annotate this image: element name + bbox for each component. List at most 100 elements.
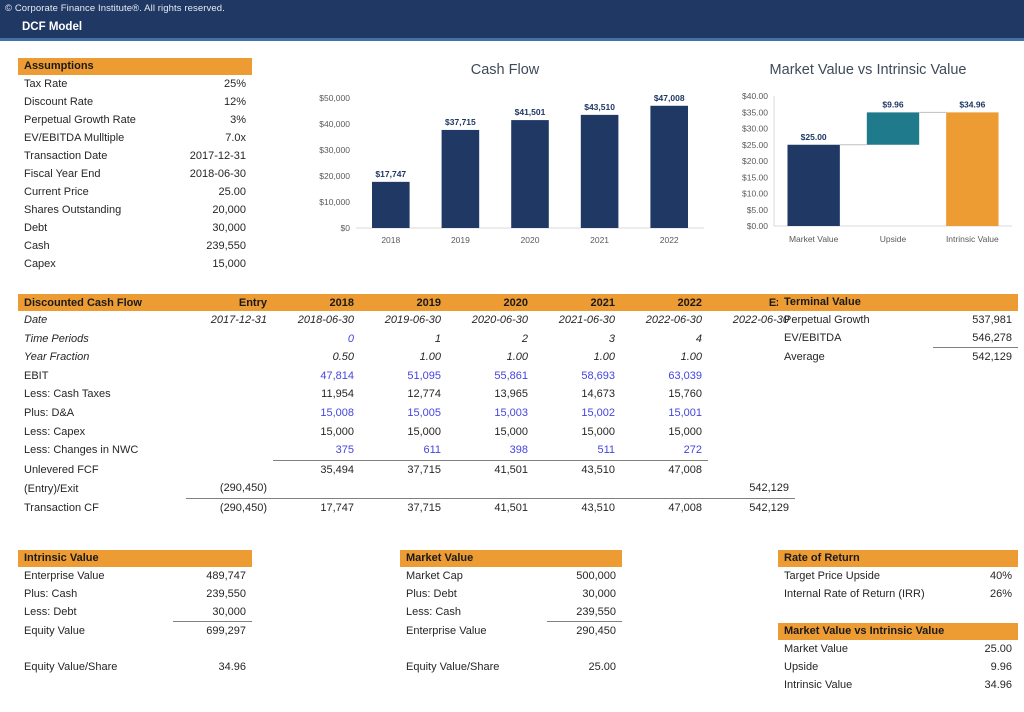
dcf-cell: 1.00 bbox=[419, 351, 441, 364]
assumption-value[interactable]: 15,000 bbox=[167, 255, 252, 273]
market-value-row: Enterprise Value 290,450 bbox=[400, 622, 622, 641]
dcf-cell[interactable]: 15,001 bbox=[621, 404, 708, 423]
dcf-cell: 2020-06-30 bbox=[471, 314, 528, 326]
dcf-row-label: Less: Changes in NWC bbox=[24, 444, 139, 457]
intrinsic-value-row: Enterprise Value 489,747 bbox=[18, 567, 252, 585]
market-vs-intrinsic-summary-panel: Market Value vs Intrinsic Value Market V… bbox=[778, 623, 1018, 694]
dcf-row-label: Time Periods bbox=[24, 332, 89, 345]
market-value-label: Plus: Debt bbox=[406, 588, 457, 600]
dcf-cell[interactable]: 47,814 bbox=[273, 367, 360, 386]
discounted-cash-flow-table: Discounted Cash Flow Entry 2018 2019 2020 202… bbox=[18, 294, 795, 518]
dcf-cell[interactable]: 375 bbox=[273, 441, 360, 461]
assumption-row: Shares Outstanding 20,000 bbox=[18, 201, 252, 219]
market-value-row: Plus: Debt 30,000 bbox=[400, 585, 622, 603]
dcf-cell: 1.00 bbox=[593, 351, 615, 364]
x-axis-category-label: 2019 bbox=[451, 235, 470, 245]
waterfall-bar-label: $25.00 bbox=[801, 132, 827, 142]
dcf-cell bbox=[534, 479, 621, 499]
assumption-value[interactable]: 2017-12-31 bbox=[167, 147, 252, 165]
dcf-cell[interactable]: 15,008 bbox=[273, 404, 360, 423]
dcf-cell bbox=[621, 479, 708, 499]
dcf-row: EBIT 47,814 51,095 55,861 58,693 63,039 bbox=[18, 367, 795, 386]
assumption-value[interactable]: 25.00 bbox=[167, 183, 252, 201]
dcf-column-header: 2022 bbox=[621, 294, 708, 311]
dcf-row-label: EBIT bbox=[24, 369, 49, 382]
dcf-cell[interactable]: 58,693 bbox=[534, 367, 621, 386]
dcf-cell[interactable]: 272 bbox=[621, 441, 708, 461]
dcf-cell[interactable]: 15,003 bbox=[447, 404, 534, 423]
dcf-cell[interactable]: 63,039 bbox=[621, 367, 708, 386]
dcf-cell bbox=[186, 330, 273, 349]
terminal-value-value: 537,981 bbox=[972, 314, 1012, 326]
assumption-value[interactable]: 239,550 bbox=[167, 237, 252, 255]
dcf-cell: 17,747 bbox=[320, 501, 354, 514]
assumption-value[interactable]: 2018-06-30 bbox=[167, 165, 252, 183]
dcf-cell: 542,129 bbox=[708, 479, 795, 499]
dcf-cell: 43,510 bbox=[581, 463, 615, 476]
terminal-value-row: EV/EBITDA 546,278 bbox=[778, 329, 1018, 348]
terminal-value-row: Average 542,129 bbox=[778, 348, 1018, 367]
dcf-cell[interactable]: 0 bbox=[273, 330, 360, 349]
cash-flow-bar bbox=[650, 105, 688, 228]
dcf-cell[interactable]: 55,861 bbox=[447, 367, 534, 386]
intrinsic-value-row: Less: Debt 30,000 bbox=[18, 603, 252, 622]
assumption-row: Perpetual Growth Rate 3% bbox=[18, 111, 252, 129]
assumption-value[interactable]: 25% bbox=[167, 75, 252, 93]
assumption-value[interactable]: 3% bbox=[167, 111, 252, 129]
dcf-cell: 2 bbox=[521, 332, 528, 345]
market-vs-intrinsic-summary-table: Market Value 25.00 Upside 9.96 Intrinsic Val… bbox=[778, 640, 1018, 694]
dcf-cell: 15,000 bbox=[407, 425, 441, 438]
dcf-cell bbox=[708, 367, 795, 386]
dcf-cell bbox=[186, 423, 273, 442]
dcf-column-header: 2019 bbox=[360, 294, 447, 311]
dcf-row: Year Fraction 0.50 1.00 1.00 1.00 1.00 bbox=[18, 348, 795, 367]
assumptions-title: Assumptions bbox=[18, 58, 252, 75]
dcf-cell: 43,510 bbox=[581, 501, 615, 514]
copyright-text: © Corporate Finance Institute®. All righ… bbox=[5, 2, 225, 14]
assumption-label: Tax Rate bbox=[24, 78, 68, 90]
y-axis-tick-label: $10.00 bbox=[742, 189, 768, 199]
y-axis-tick-label: $35.00 bbox=[742, 107, 768, 117]
intrinsic-value-row: Equity Value 699,297 bbox=[18, 622, 252, 641]
market-value-per-share-label: Equity Value/Share bbox=[406, 661, 500, 673]
dcf-row: Date 2017-12-31 2018-06-30 2019-06-30 2020-0… bbox=[18, 311, 795, 330]
market-vs-intrinsic-chart-title: Market Value vs Intrinsic Value bbox=[769, 62, 967, 78]
dcf-cell: 15,000 bbox=[668, 425, 702, 438]
dcf-cell: 13,965 bbox=[494, 388, 528, 401]
terminal-value-value: 546,278 bbox=[932, 329, 1018, 348]
x-axis-category-label: 2018 bbox=[381, 235, 400, 245]
dcf-cell[interactable]: 611 bbox=[360, 441, 447, 461]
dcf-cell[interactable]: 511 bbox=[534, 441, 621, 461]
dcf-row-label: Less: Cash Taxes bbox=[24, 388, 111, 401]
dcf-cell bbox=[186, 404, 273, 423]
dcf-cell: 14,673 bbox=[581, 388, 615, 401]
assumption-value[interactable]: 7.0x bbox=[167, 129, 252, 147]
assumption-label: Capex bbox=[24, 258, 56, 270]
dcf-cell[interactable]: 398 bbox=[447, 441, 534, 461]
assumption-value[interactable]: 30,000 bbox=[167, 219, 252, 237]
market-vs-intrinsic-summary-title: Market Value vs Intrinsic Value bbox=[778, 623, 1018, 640]
y-axis-tick-label: $5.00 bbox=[747, 205, 769, 215]
waterfall-bar-label: $34.96 bbox=[959, 99, 985, 109]
terminal-value-value: 542,129 bbox=[972, 351, 1012, 363]
dcf-column-header: Entry bbox=[186, 294, 273, 311]
rate-of-return-row: Internal Rate of Return (IRR) 26% bbox=[778, 585, 1018, 603]
x-axis-category-label: 2022 bbox=[660, 235, 679, 245]
dcf-cell: 47,008 bbox=[668, 463, 702, 476]
market-value-value: 239,550 bbox=[546, 603, 622, 622]
spacer-row bbox=[400, 640, 622, 658]
y-axis-tick-label: $20.00 bbox=[742, 156, 768, 166]
dcf-cell: 41,501 bbox=[494, 501, 528, 514]
dcf-cell[interactable]: 51,095 bbox=[360, 367, 447, 386]
cash-flow-chart: Cash Flow $0 $10,000 $20,000 $30,000 $40,000… bbox=[300, 62, 710, 272]
dcf-row-label: Year Fraction bbox=[24, 351, 90, 364]
dcf-cell[interactable]: 15,005 bbox=[360, 404, 447, 423]
dcf-cell[interactable]: 15,002 bbox=[534, 404, 621, 423]
assumption-value[interactable]: 20,000 bbox=[167, 201, 252, 219]
assumption-value[interactable]: 12% bbox=[167, 93, 252, 111]
x-axis-category-label: 2021 bbox=[590, 235, 609, 245]
dcf-cell: 2022-06-30 bbox=[645, 314, 702, 326]
dcf-row-label: Plus: D&A bbox=[24, 406, 75, 419]
assumption-row: Capex 15,000 bbox=[18, 255, 252, 273]
market-value-panel: Market Value Market Cap 500,000 Plus: Debt… bbox=[400, 550, 622, 676]
